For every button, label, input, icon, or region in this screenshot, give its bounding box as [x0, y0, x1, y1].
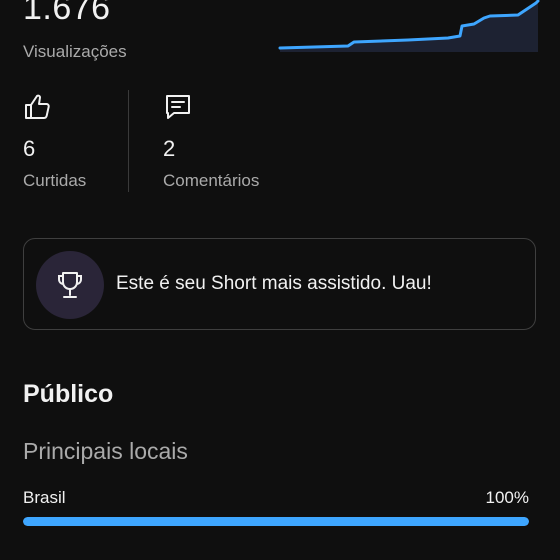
- top-locations-title: Principais locais: [23, 438, 188, 464]
- comment-icon: [166, 95, 190, 119]
- achievement-message: Este é seu Short mais assistido. Uau!: [116, 273, 432, 294]
- views-count: 1.676: [23, 0, 111, 27]
- achievement-card: Este é seu Short mais assistido. Uau!: [23, 238, 536, 330]
- trophy-badge: [36, 251, 104, 319]
- views-label: Visualizações: [23, 42, 127, 61]
- comments-count: 2: [163, 136, 176, 161]
- location-percentage: 100%: [485, 488, 529, 507]
- likes-count: 6: [23, 136, 36, 161]
- likes-stat: 6 Curtidas: [23, 92, 86, 190]
- audience-section-title: Público: [23, 380, 114, 408]
- location-progress-track: [23, 517, 529, 526]
- thumb-up-icon: [25, 94, 50, 119]
- sparkline-area: [280, 1, 538, 52]
- views-trend-sparkline: [278, 0, 540, 52]
- stats-divider: [128, 90, 129, 192]
- comments-label: Comentários: [163, 171, 260, 190]
- comments-stat: 2 Comentários: [163, 92, 259, 190]
- likes-label: Curtidas: [23, 171, 87, 190]
- location-name: Brasil: [23, 488, 66, 507]
- trophy-icon: [58, 272, 82, 298]
- short-analytics-screen: 1.676 Visualizações 6 Curtidas 2 Comentá…: [0, 0, 560, 560]
- location-progress-fill: [23, 517, 529, 526]
